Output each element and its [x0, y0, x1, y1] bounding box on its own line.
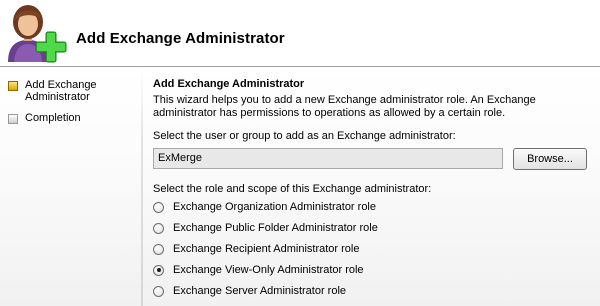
role-option-recipient-administrator[interactable]: Exchange Recipient Administrator role [153, 243, 359, 255]
nav-step-label: Completion [25, 112, 81, 124]
role-option-view-only-administrator[interactable]: Exchange View-Only Administrator role [153, 264, 364, 276]
nav-step-completion[interactable]: Completion [8, 112, 105, 124]
nav-step-add-exchange-administrator[interactable]: Add Exchange Administrator [8, 79, 105, 103]
section-title: Add Exchange Administrator [153, 78, 305, 90]
radio-button[interactable] [153, 222, 164, 234]
role-option-public-folder-administrator[interactable]: Exchange Public Folder Administrator rol… [153, 222, 378, 234]
wizard-body: Add Exchange Administrator Completion Ad… [0, 68, 600, 306]
nav-divider [141, 68, 143, 306]
role-option-label: Exchange Public Folder Administrator rol… [173, 222, 378, 234]
current-step-icon [8, 81, 18, 91]
nav-step-label: Add Exchange Administrator [25, 79, 97, 103]
radio-button[interactable] [153, 285, 164, 297]
wizard-content: Add Exchange Administrator This wizard h… [153, 68, 593, 306]
role-group-label: Select the role and scope of this Exchan… [153, 183, 432, 195]
wizard-steps-nav: Add Exchange Administrator Completion [0, 68, 140, 306]
pending-step-icon [8, 114, 18, 124]
radio-button[interactable] [153, 243, 164, 255]
radio-button[interactable] [153, 201, 164, 213]
wizard-header: Add Exchange Administrator [0, 0, 600, 66]
role-option-server-administrator[interactable]: Exchange Server Administrator role [153, 285, 346, 297]
user-field-label: Select the user or group to add as an Ex… [153, 130, 456, 142]
wizard-description: This wizard helps you to add a new Excha… [153, 94, 536, 119]
role-option-label: Exchange Server Administrator role [173, 285, 347, 297]
role-option-label: Exchange View-Only Administrator role [173, 264, 364, 276]
add-exchange-administrator-wizard: Add Exchange Administrator Add Exchange … [0, 0, 600, 306]
role-option-label: Exchange Recipient Administrator role [173, 243, 360, 255]
browse-button[interactable]: Browse... [513, 148, 587, 170]
radio-button[interactable] [153, 264, 164, 276]
add-user-icon [2, 2, 70, 64]
wizard-title: Add Exchange Administrator [76, 30, 285, 47]
user-or-group-field[interactable]: ExMerge [153, 148, 503, 169]
role-option-label: Exchange Organization Administrator role [173, 201, 376, 213]
role-option-organization-administrator[interactable]: Exchange Organization Administrator role [153, 201, 376, 213]
